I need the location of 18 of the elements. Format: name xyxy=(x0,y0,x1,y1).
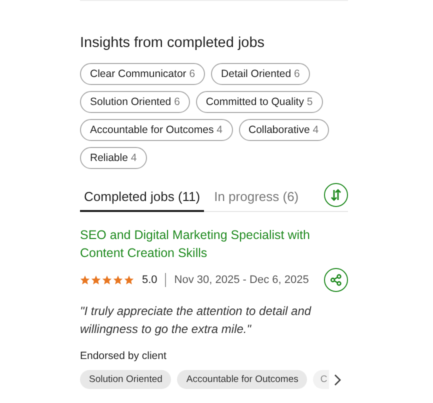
skill-chip: Reliable 4 xyxy=(80,147,147,169)
skill-chip: Detail Oriented 6 xyxy=(211,63,310,85)
endorsement-tag: C xyxy=(313,370,330,389)
endorsement-tag: Solution Oriented xyxy=(80,370,172,389)
rating-value: 5.0 xyxy=(142,274,158,286)
skill-chip: Accountable for Outcomes 4 xyxy=(80,119,232,141)
skill-chip: Committed to Quality 5 xyxy=(196,91,323,113)
date-range: Nov 30, 2025 - Dec 6, 2025 xyxy=(174,274,309,286)
job-title-link[interactable]: SEO and Digital Marketing Specialist with Content Creation Skills xyxy=(80,226,348,262)
section-heading: Insights from completed jobs xyxy=(80,35,266,51)
skill-chip: Clear Communicator 6 xyxy=(80,63,206,85)
tab[interactable]: Completed jobs (11) xyxy=(80,183,204,212)
review-quote: "I truly appreciate the attention to detail and willingness to go the extra mile." xyxy=(80,303,312,338)
tab[interactable]: In progress (6) xyxy=(210,183,303,212)
skill-chip: Solution Oriented 6 xyxy=(80,91,190,113)
skill-chip: Collaborative 4 xyxy=(238,119,329,141)
endorsement-tag: Accountable for Outcomes xyxy=(177,370,308,389)
endorsed-label: Endorsed by client xyxy=(80,350,168,362)
